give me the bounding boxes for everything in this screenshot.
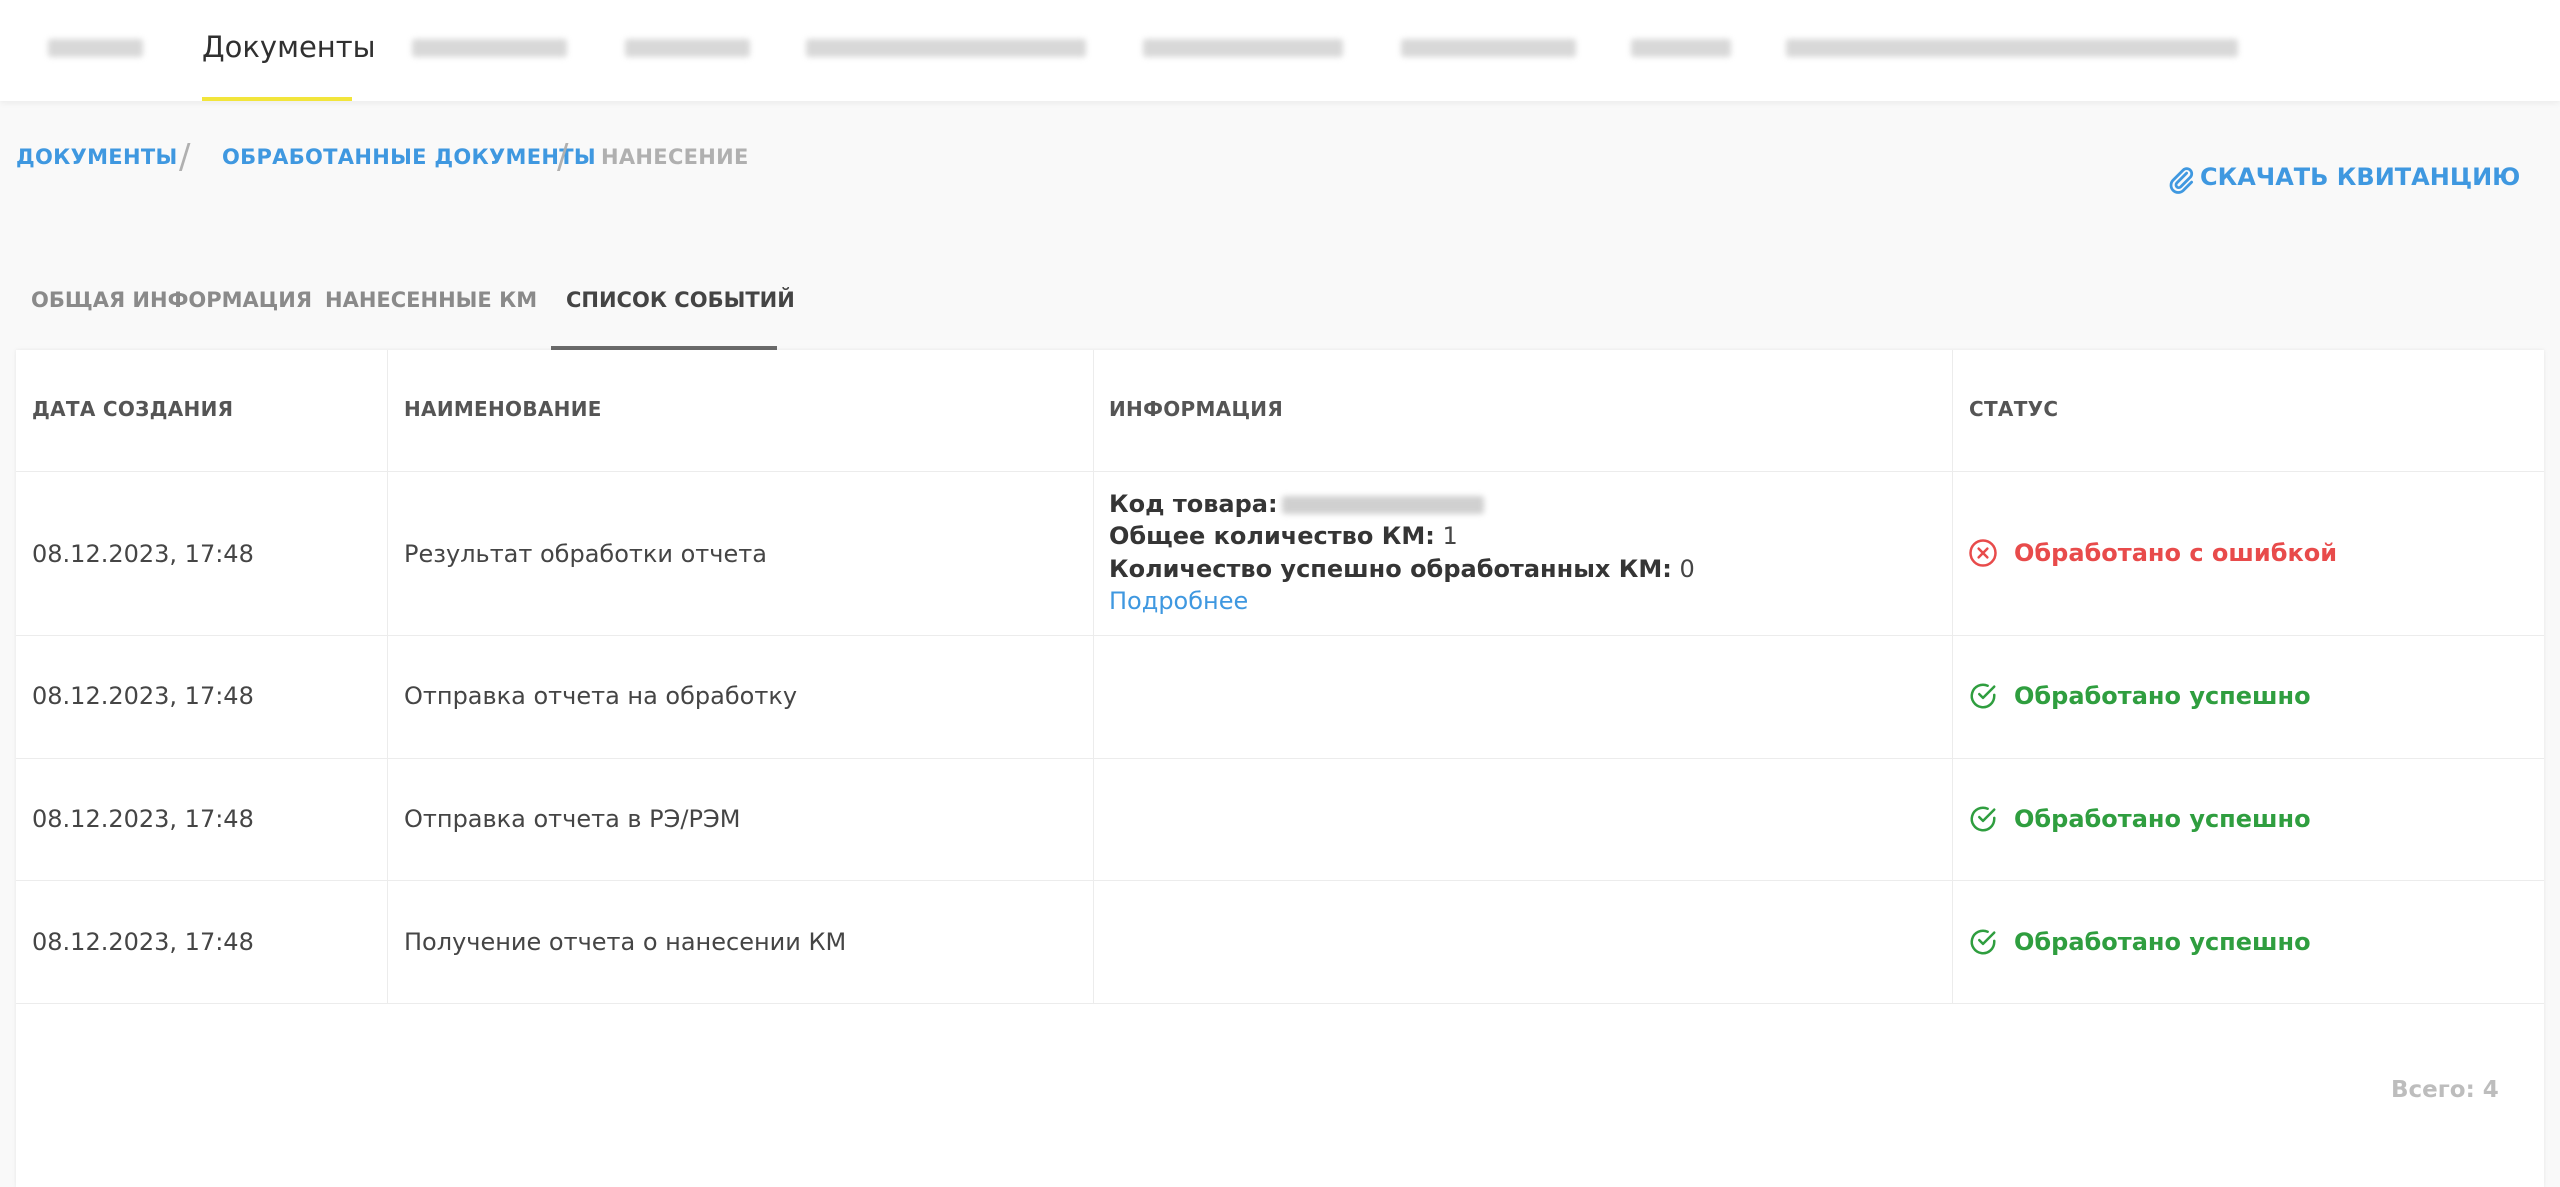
row-1-success-km: Количество успешно обработанных КМ: 0 <box>1109 555 1695 583</box>
breadcrumb-documents[interactable]: ДОКУМЕНТЫ <box>16 145 178 169</box>
row-2-date: 08.12.2023, 17:48 <box>32 682 254 710</box>
success-check-circle-icon <box>1970 929 1996 955</box>
tab-event-list[interactable]: СПИСОК СОБЫТИЙ <box>551 270 795 350</box>
nav-item-blurred-1[interactable] <box>48 0 143 101</box>
breadcrumb-current: НАНЕСЕНИЕ <box>601 145 749 169</box>
nav-item-blurred-4[interactable] <box>806 0 1086 101</box>
row-3-date: 08.12.2023, 17:48 <box>32 805 254 833</box>
nav-active-underline <box>202 97 352 101</box>
row-4-name: Получение отчета о нанесении КМ <box>404 928 847 956</box>
tab-general-info[interactable]: ОБЩАЯ ИНФОРМАЦИЯ <box>16 270 312 350</box>
top-navigation: Документы <box>0 0 2560 101</box>
nav-item-documents[interactable]: Документы <box>202 0 376 101</box>
column-header-name[interactable]: НАИМЕНОВАНИЕ <box>404 397 602 421</box>
tab-applied-km-label: НАНЕСЕННЫЕ КМ <box>325 288 538 312</box>
row-1-details-link[interactable]: Подробнее <box>1109 587 1248 615</box>
download-receipt-label: СКАЧАТЬ КВИТАНЦИЮ <box>2200 163 2521 191</box>
column-header-info[interactable]: ИНФОРМАЦИЯ <box>1109 397 1283 421</box>
error-circle-x-icon <box>1969 539 1997 567</box>
nav-item-blurred-6[interactable] <box>1401 0 1576 101</box>
tab-applied-km[interactable]: НАНЕСЕННЫЕ КМ <box>310 270 537 350</box>
events-table: ДАТА СОЗДАНИЯ НАИМЕНОВАНИЕ ИНФОРМАЦИЯ СТ… <box>16 350 2544 1187</box>
nav-item-blurred-3[interactable] <box>625 0 750 101</box>
nav-item-documents-label: Документы <box>202 30 376 64</box>
column-header-status[interactable]: СТАТУС <box>1969 397 2058 421</box>
row-2-name: Отправка отчета на обработку <box>404 682 798 710</box>
row-1-date: 08.12.2023, 17:48 <box>32 540 254 568</box>
breadcrumb-separator: / <box>557 137 569 177</box>
row-1-name: Результат обработки отчета <box>404 540 767 568</box>
nav-item-blurred-5[interactable] <box>1143 0 1343 101</box>
nav-item-blurred-8[interactable] <box>1786 0 2238 101</box>
column-header-date[interactable]: ДАТА СОЗДАНИЯ <box>32 397 233 421</box>
nav-item-blurred-2[interactable] <box>412 0 567 101</box>
product-code-redacted <box>1281 496 1484 514</box>
nav-item-blurred-7[interactable] <box>1631 0 1731 101</box>
row-3-name: Отправка отчета в РЭ/РЭМ <box>404 805 741 833</box>
row-1-product-code: Код товара: <box>1109 490 1484 518</box>
success-check-circle-icon <box>1970 683 1996 709</box>
row-1-total-km: Общее количество КМ: 1 <box>1109 522 1458 550</box>
tab-event-list-label: СПИСОК СОБЫТИЙ <box>566 288 795 312</box>
paperclip-icon <box>2169 167 2194 194</box>
row-4-date: 08.12.2023, 17:48 <box>32 928 254 956</box>
breadcrumb-processed-documents[interactable]: ОБРАБОТАННЫЕ ДОКУМЕНТЫ <box>222 145 596 169</box>
success-check-circle-icon <box>1970 806 1996 832</box>
tab-general-info-label: ОБЩАЯ ИНФОРМАЦИЯ <box>31 288 313 312</box>
table-total-count: Всего: 4 <box>2391 1077 2499 1103</box>
breadcrumb-separator: / <box>179 137 191 177</box>
